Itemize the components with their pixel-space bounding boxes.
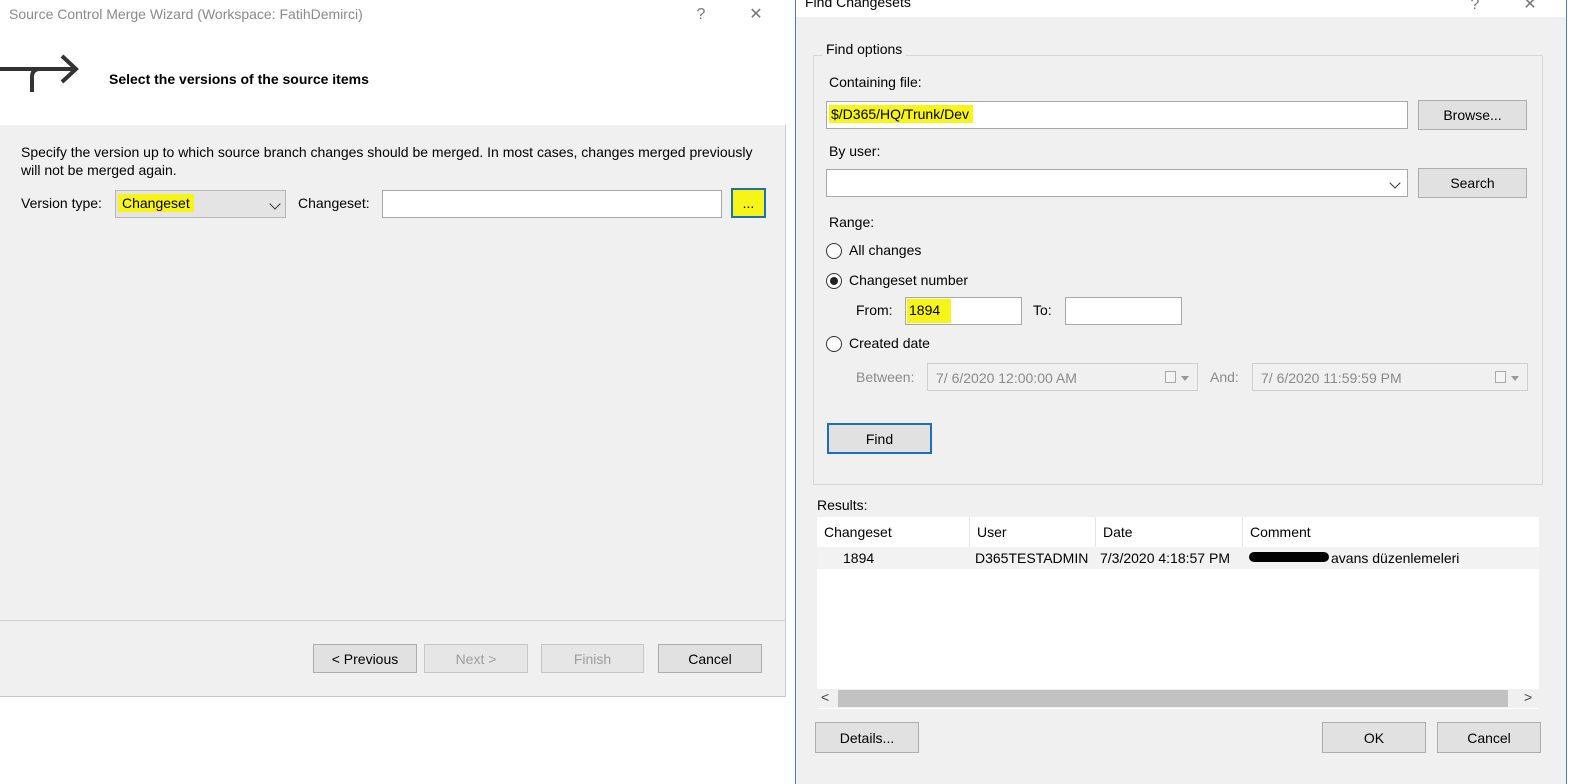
all-changes-label: All changes bbox=[849, 242, 922, 258]
finish-button[interactable]: Finish bbox=[541, 644, 644, 673]
by-user-select[interactable] bbox=[826, 169, 1408, 197]
by-user-label: By user: bbox=[829, 143, 881, 159]
between-date-picker[interactable]: 7/ 6/2020 12:00:00 AM bbox=[927, 363, 1198, 391]
previous-button[interactable]: < Previous bbox=[313, 644, 417, 673]
find-title: Find Changesets bbox=[805, 0, 911, 10]
changeset-number-label: Changeset number bbox=[849, 272, 969, 288]
created-date-label: Created date bbox=[849, 335, 930, 351]
containing-file-label: Containing file: bbox=[829, 74, 922, 90]
background-app-edge bbox=[1567, 0, 1589, 784]
chevron-down-icon bbox=[269, 198, 281, 210]
to-label: To: bbox=[1033, 302, 1052, 318]
next-button[interactable]: Next > bbox=[424, 644, 528, 673]
scroll-left-button[interactable]: < bbox=[821, 689, 829, 705]
scroll-right-button[interactable]: > bbox=[1524, 689, 1532, 705]
column-header-comment[interactable]: Comment bbox=[1243, 517, 1539, 547]
and-date-picker[interactable]: 7/ 6/2020 11:59:59 PM bbox=[1252, 363, 1528, 391]
scrollbar-thumb[interactable] bbox=[838, 690, 1508, 707]
wizard-step-title: Select the versions of the source items bbox=[109, 71, 369, 87]
find-cancel-button[interactable]: Cancel bbox=[1437, 722, 1541, 753]
and-date-value: 7/ 6/2020 11:59:59 PM bbox=[1261, 370, 1402, 386]
horizontal-scrollbar[interactable]: < > bbox=[817, 689, 1539, 708]
from-input[interactable]: 1894 bbox=[905, 297, 1022, 325]
table-row[interactable]: 1894 D365TESTADMIN 7/3/2020 4:18:57 PM a… bbox=[817, 547, 1539, 569]
column-header-user[interactable]: User bbox=[970, 517, 1096, 547]
details-button[interactable]: Details... bbox=[815, 722, 919, 753]
version-type-label: Version type: bbox=[21, 195, 102, 211]
desktop-background bbox=[786, 0, 795, 784]
between-date-value: 7/ 6/2020 12:00:00 AM bbox=[936, 370, 1077, 386]
search-button[interactable]: Search bbox=[1418, 168, 1527, 198]
results-label: Results: bbox=[817, 497, 868, 513]
wizard-cancel-button[interactable]: Cancel bbox=[658, 644, 762, 673]
wizard-titlebar: Source Control Merge Wizard (Workspace: … bbox=[0, 0, 786, 30]
find-close-button[interactable]: ✕ bbox=[1516, 0, 1544, 17]
row-date: 7/3/2020 4:18:57 PM bbox=[1100, 550, 1230, 566]
from-label: From: bbox=[856, 302, 893, 318]
range-label: Range: bbox=[829, 214, 875, 230]
from-value: 1894 bbox=[907, 299, 951, 323]
version-type-select[interactable]: Changeset bbox=[115, 190, 286, 218]
row-comment: avans düzenlemeleri bbox=[1331, 550, 1460, 566]
find-changesets-dialog: Find Changesets ? ✕ Find options Contain… bbox=[795, 0, 1567, 784]
changeset-number-radio[interactable] bbox=[826, 273, 842, 289]
browse-button[interactable]: Browse... bbox=[1418, 100, 1527, 130]
ok-button[interactable]: OK bbox=[1322, 722, 1426, 753]
find-help-button[interactable]: ? bbox=[1461, 0, 1489, 17]
row-changeset: 1894 bbox=[843, 550, 875, 566]
merge-arrow-icon bbox=[0, 54, 79, 92]
wizard-description: Specify the version up to which source b… bbox=[21, 144, 753, 178]
find-titlebar: Find Changesets ? ✕ bbox=[796, 0, 1566, 17]
dropdown-arrow-icon bbox=[1511, 376, 1519, 381]
results-grid: Changeset User Date Comment 1894 D365TES… bbox=[817, 517, 1539, 709]
between-label: Between: bbox=[856, 369, 915, 385]
to-input[interactable] bbox=[1065, 297, 1182, 325]
created-date-radio[interactable] bbox=[826, 336, 842, 352]
redaction-mark bbox=[1249, 552, 1329, 562]
changeset-input[interactable] bbox=[382, 190, 722, 218]
wizard-close-button[interactable]: ✕ bbox=[742, 3, 770, 27]
wizard-title: Source Control Merge Wizard (Workspace: … bbox=[9, 6, 363, 22]
find-button[interactable]: Find bbox=[827, 423, 932, 454]
wizard-help-button[interactable]: ? bbox=[687, 3, 715, 27]
wizard-footer-divider bbox=[0, 620, 786, 621]
and-label: And: bbox=[1210, 369, 1239, 385]
containing-file-input[interactable]: $/D365/HQ/Trunk/Dev bbox=[826, 101, 1408, 129]
changeset-browse-button[interactable]: ... bbox=[731, 188, 766, 218]
find-options-group-label: Find options bbox=[823, 41, 906, 57]
dropdown-arrow-icon bbox=[1181, 376, 1189, 381]
version-type-value: Changeset bbox=[118, 194, 194, 212]
merge-wizard-dialog: Source Control Merge Wizard (Workspace: … bbox=[0, 0, 786, 697]
ellipsis-label: ... bbox=[742, 195, 755, 211]
column-header-date[interactable]: Date bbox=[1096, 517, 1243, 547]
calendar-icon bbox=[1495, 371, 1506, 383]
row-user: D365TESTADMIN bbox=[975, 550, 1089, 566]
all-changes-radio[interactable] bbox=[826, 243, 842, 259]
calendar-icon bbox=[1165, 371, 1176, 383]
containing-file-value: $/D365/HQ/Trunk/Dev bbox=[829, 105, 973, 123]
chevron-down-icon bbox=[1389, 177, 1401, 189]
changeset-label: Changeset: bbox=[298, 195, 370, 211]
column-header-changeset[interactable]: Changeset bbox=[817, 517, 970, 547]
